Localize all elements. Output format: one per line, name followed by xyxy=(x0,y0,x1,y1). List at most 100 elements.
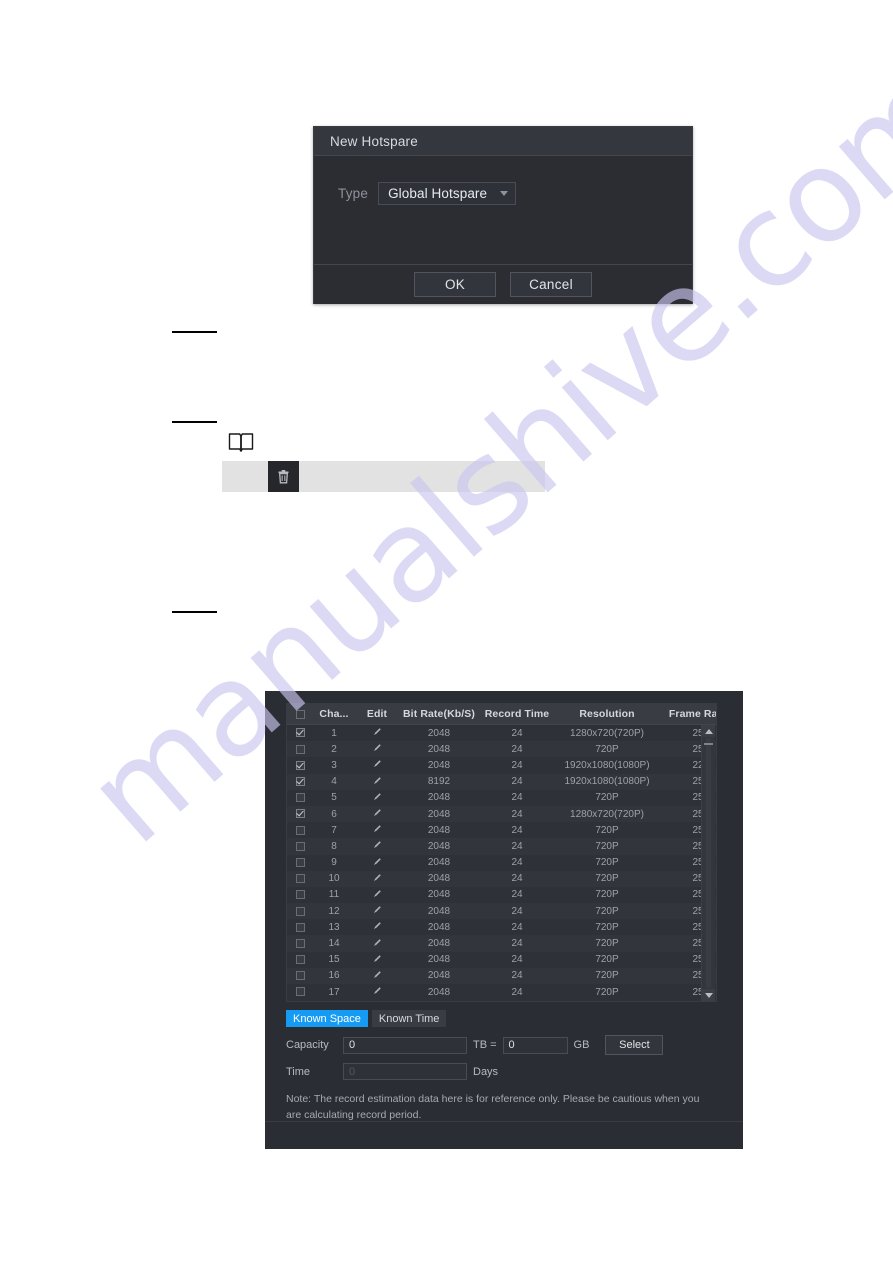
table-row[interactable]: 12 2048 24 720P 25 xyxy=(287,903,716,920)
cell-edit[interactable] xyxy=(355,984,399,1001)
tab-known-space[interactable]: Known Space xyxy=(286,1010,368,1027)
cell-edit[interactable] xyxy=(355,935,399,952)
edit-pencil-icon[interactable] xyxy=(373,759,382,771)
table-row[interactable]: 11 2048 24 720P 25 xyxy=(287,886,716,904)
row-checkbox[interactable] xyxy=(295,906,305,916)
table-row[interactable]: 2 2048 24 720P 25 xyxy=(287,741,716,758)
row-checkbox[interactable] xyxy=(295,841,305,851)
cell-edit[interactable] xyxy=(355,773,399,790)
select-button[interactable]: Select xyxy=(605,1035,664,1055)
table-row[interactable]: 8 2048 24 720P 25 xyxy=(287,838,716,855)
row-checkbox[interactable] xyxy=(295,809,305,819)
row-checkbox[interactable] xyxy=(295,857,305,867)
capacity-gb-input[interactable]: 0 xyxy=(502,1036,568,1054)
scrollbar-track[interactable] xyxy=(706,738,711,988)
edit-pencil-icon[interactable] xyxy=(373,954,382,966)
delete-button[interactable] xyxy=(268,461,299,492)
table-row[interactable]: 10 2048 24 720P 25 xyxy=(287,870,716,887)
table-row[interactable]: 13 2048 24 720P 25 xyxy=(287,919,716,936)
table-row[interactable]: 5 2048 24 720P 25 xyxy=(287,789,716,806)
table-row[interactable]: 3 2048 24 1920x1080(1080P) 22 xyxy=(287,757,716,774)
row-checkbox[interactable] xyxy=(295,922,305,932)
row-checkbox[interactable] xyxy=(295,971,305,981)
table-row[interactable]: 4 8192 24 1920x1080(1080P) 25 xyxy=(287,773,716,790)
cell-edit[interactable] xyxy=(355,870,399,887)
edit-pencil-icon[interactable] xyxy=(373,873,382,885)
scrollbar-thumb[interactable] xyxy=(704,743,713,745)
row-checkbox[interactable] xyxy=(295,938,305,948)
row-checkbox[interactable] xyxy=(295,955,305,965)
type-select[interactable]: Global Hotspare xyxy=(378,182,517,205)
cell-checkbox[interactable] xyxy=(287,757,313,774)
cell-edit[interactable] xyxy=(355,757,399,774)
capacity-tb-input[interactable]: 0 xyxy=(343,1036,467,1054)
edit-pencil-icon[interactable] xyxy=(373,727,382,739)
cell-edit[interactable] xyxy=(355,886,399,904)
edit-pencil-icon[interactable] xyxy=(373,857,382,869)
cell-checkbox[interactable] xyxy=(287,789,313,806)
row-checkbox[interactable] xyxy=(295,825,305,835)
cell-checkbox[interactable] xyxy=(287,854,313,871)
table-row[interactable]: 6 2048 24 1280x720(720P) 25 xyxy=(287,805,716,823)
edit-pencil-icon[interactable] xyxy=(373,743,382,755)
cell-edit[interactable] xyxy=(355,724,399,742)
cell-edit[interactable] xyxy=(355,967,399,984)
table-row[interactable]: 17 2048 24 720P 25 xyxy=(287,984,716,1001)
cancel-button[interactable]: Cancel xyxy=(510,272,592,297)
tab-known-time[interactable]: Known Time xyxy=(371,1010,447,1027)
table-row[interactable]: 14 2048 24 720P 25 xyxy=(287,935,716,952)
cell-edit[interactable] xyxy=(355,805,399,823)
cell-checkbox[interactable] xyxy=(287,870,313,887)
cell-checkbox[interactable] xyxy=(287,903,313,920)
cell-edit[interactable] xyxy=(355,789,399,806)
table-row[interactable]: 15 2048 24 720P 25 xyxy=(287,951,716,968)
edit-pencil-icon[interactable] xyxy=(373,808,382,820)
cell-checkbox[interactable] xyxy=(287,935,313,952)
cell-checkbox[interactable] xyxy=(287,822,313,839)
edit-pencil-icon[interactable] xyxy=(373,840,382,852)
cell-edit[interactable] xyxy=(355,919,399,936)
cell-checkbox[interactable] xyxy=(287,838,313,855)
edit-pencil-icon[interactable] xyxy=(373,776,382,788)
edit-pencil-icon[interactable] xyxy=(373,889,382,901)
row-checkbox[interactable] xyxy=(295,874,305,884)
row-checkbox[interactable] xyxy=(295,744,305,754)
cell-edit[interactable] xyxy=(355,951,399,968)
table-scrollbar[interactable] xyxy=(701,725,715,1001)
row-checkbox[interactable] xyxy=(295,890,305,900)
cell-checkbox[interactable] xyxy=(287,984,313,1001)
cell-checkbox[interactable] xyxy=(287,724,313,742)
edit-pencil-icon[interactable] xyxy=(373,792,382,804)
header-select-all[interactable] xyxy=(287,704,313,725)
cell-edit[interactable] xyxy=(355,741,399,758)
row-checkbox[interactable] xyxy=(295,777,305,787)
edit-pencil-icon[interactable] xyxy=(373,970,382,982)
cell-checkbox[interactable] xyxy=(287,967,313,984)
ok-button[interactable]: OK xyxy=(414,272,496,297)
time-input[interactable]: 0 xyxy=(343,1063,467,1080)
table-row[interactable]: 7 2048 24 720P 25 xyxy=(287,822,716,839)
edit-pencil-icon[interactable] xyxy=(373,905,382,917)
cell-edit[interactable] xyxy=(355,903,399,920)
cell-edit[interactable] xyxy=(355,822,399,839)
cell-edit[interactable] xyxy=(355,854,399,871)
cell-checkbox[interactable] xyxy=(287,805,313,823)
cell-edit[interactable] xyxy=(355,838,399,855)
select-all-checkbox[interactable] xyxy=(295,709,305,719)
edit-pencil-icon[interactable] xyxy=(373,986,382,998)
cell-checkbox[interactable] xyxy=(287,773,313,790)
row-checkbox[interactable] xyxy=(295,987,305,997)
cell-checkbox[interactable] xyxy=(287,919,313,936)
row-checkbox[interactable] xyxy=(295,760,305,770)
cell-checkbox[interactable] xyxy=(287,741,313,758)
scroll-up-button[interactable] xyxy=(702,725,715,737)
table-row[interactable]: 9 2048 24 720P 25 xyxy=(287,854,716,871)
cell-checkbox[interactable] xyxy=(287,886,313,904)
edit-pencil-icon[interactable] xyxy=(373,921,382,933)
table-row[interactable]: 16 2048 24 720P 25 xyxy=(287,967,716,984)
row-checkbox[interactable] xyxy=(295,793,305,803)
cell-checkbox[interactable] xyxy=(287,951,313,968)
edit-pencil-icon[interactable] xyxy=(373,824,382,836)
scroll-down-button[interactable] xyxy=(702,989,715,1001)
table-row[interactable]: 1 2048 24 1280x720(720P) 25 xyxy=(287,724,716,742)
